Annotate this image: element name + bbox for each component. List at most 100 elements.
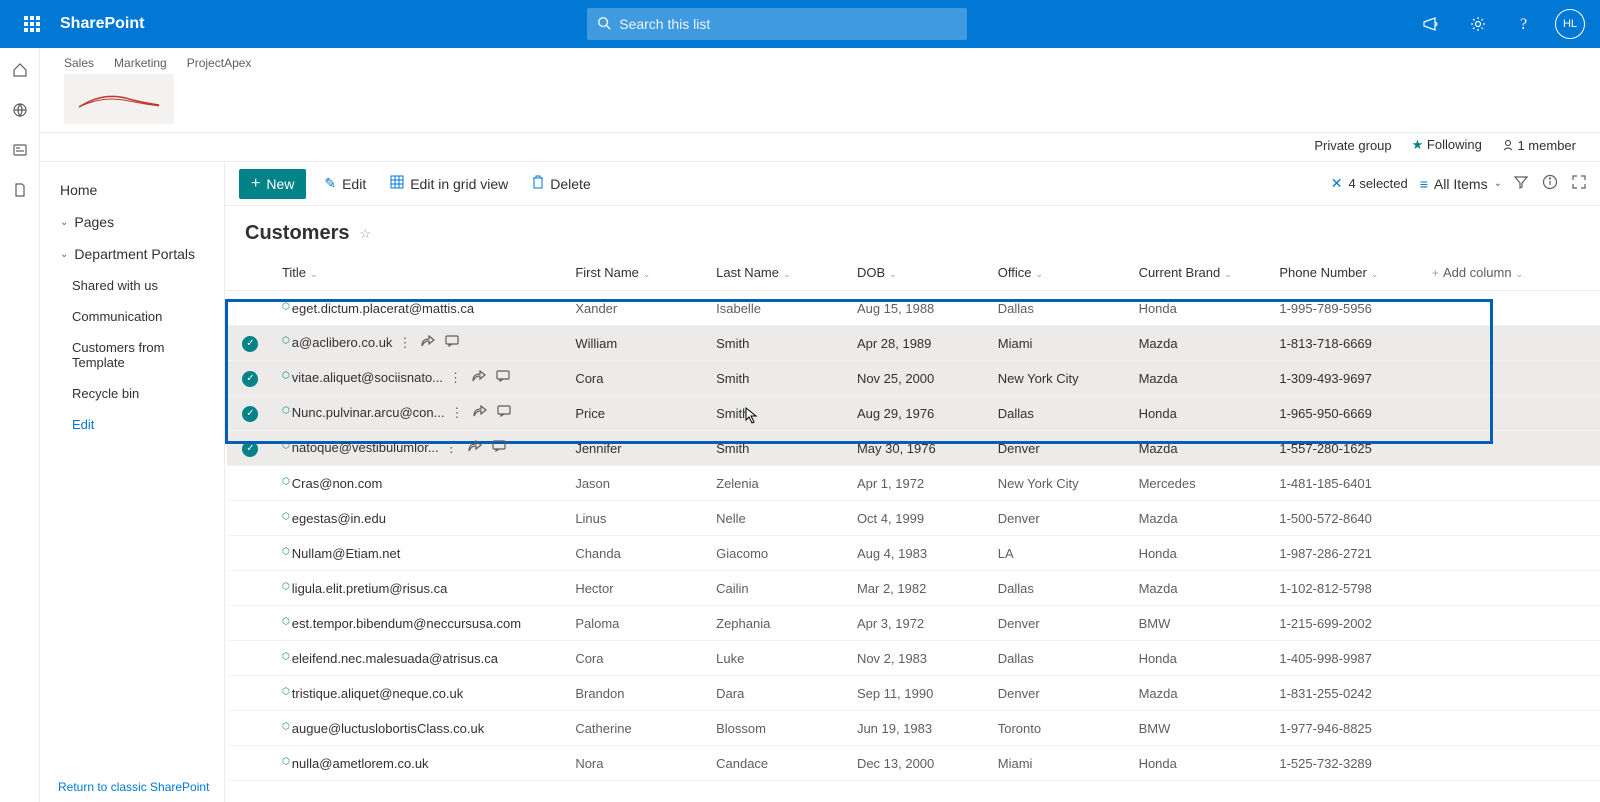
row-more-icon[interactable]: ⋮ — [450, 405, 463, 421]
table-row[interactable]: ⬡eget.dictum.placerat@mattis.caXanderIsa… — [227, 291, 1600, 326]
cell-phone: 1-309-493-9697 — [1271, 361, 1424, 396]
row-title[interactable]: Nullam@Etiam.net — [292, 546, 401, 561]
row-share-icon[interactable] — [468, 440, 482, 456]
nav-home[interactable]: Home — [40, 174, 224, 206]
table-row[interactable]: ⬡est.tempor.bibendum@neccursusa.comPalom… — [227, 606, 1600, 641]
search-box[interactable] — [587, 8, 967, 40]
favorite-star-icon[interactable]: ☆ — [359, 226, 371, 242]
megaphone-icon[interactable] — [1410, 0, 1454, 48]
info-icon[interactable] — [1542, 174, 1558, 193]
settings-icon[interactable] — [1456, 0, 1500, 48]
row-title[interactable]: tristique.aliquet@neque.co.uk — [292, 686, 463, 701]
col-add[interactable]: +Add column⌄ — [1424, 255, 1600, 291]
row-more-icon[interactable]: ⋮ — [398, 335, 411, 351]
delete-button[interactable]: Delete — [526, 171, 596, 196]
user-avatar[interactable]: HL — [1548, 0, 1592, 48]
row-more-icon[interactable]: ⋮ — [449, 370, 462, 386]
file-rail-icon[interactable] — [10, 180, 30, 200]
nav-edit-link[interactable]: Edit — [40, 409, 224, 440]
cell-fname: Chanda — [567, 536, 708, 571]
site-tab-projectapex[interactable]: ProjectApex — [187, 56, 252, 70]
col-dob[interactable]: DOB⌄ — [849, 255, 990, 291]
cell-lname: Nelle — [708, 501, 849, 536]
expand-icon[interactable] — [1572, 175, 1586, 192]
selected-check-icon[interactable]: ✓ — [242, 441, 258, 457]
table-row[interactable]: ⬡ligula.elit.pretium@risus.caHectorCaili… — [227, 571, 1600, 606]
row-share-icon[interactable] — [421, 335, 435, 351]
row-title[interactable]: natoque@vestibulumlor... — [292, 440, 439, 455]
nav-recycle-bin[interactable]: Recycle bin — [40, 378, 224, 409]
return-classic-link[interactable]: Return to classic SharePoint — [58, 780, 209, 794]
app-launcher-icon[interactable] — [8, 0, 56, 48]
table-row[interactable]: ✓⬡natoque@vestibulumlor...⋮JenniferSmith… — [227, 431, 1600, 466]
col-brand[interactable]: Current Brand⌄ — [1131, 255, 1272, 291]
table-row[interactable]: ✓⬡vitae.aliquet@sociisnato...⋮CoraSmithN… — [227, 361, 1600, 396]
cell-dob: Jun 19, 1983 — [849, 711, 990, 746]
selected-check-icon[interactable]: ✓ — [242, 336, 258, 352]
table-row[interactable]: ⬡Cras@non.comJasonZeleniaApr 1, 1972New … — [227, 466, 1600, 501]
row-comment-icon[interactable] — [496, 370, 510, 386]
row-share-icon[interactable] — [472, 370, 486, 386]
table-row[interactable]: ⬡nulla@ametlorem.co.ukNoraCandaceDec 13,… — [227, 746, 1600, 781]
row-title[interactable]: a@aclibero.co.uk — [292, 335, 393, 350]
col-phone[interactable]: Phone Number⌄ — [1271, 255, 1424, 291]
table-row[interactable]: ⬡augue@luctuslobortisClass.co.ukCatherin… — [227, 711, 1600, 746]
row-title[interactable]: eget.dictum.placerat@mattis.ca — [292, 301, 474, 316]
clear-selection-icon[interactable]: ✕ — [1331, 175, 1343, 192]
following-button[interactable]: ★ Following — [1412, 137, 1482, 153]
row-title[interactable]: egestas@in.edu — [292, 511, 386, 526]
site-tab-sales[interactable]: Sales — [64, 56, 94, 70]
table-row[interactable]: ✓⬡a@aclibero.co.uk⋮WilliamSmithApr 28, 1… — [227, 326, 1600, 361]
row-title[interactable]: Nunc.pulvinar.arcu@con... — [292, 405, 445, 420]
row-title[interactable]: est.tempor.bibendum@neccursusa.com — [292, 616, 521, 631]
site-logo[interactable] — [64, 74, 174, 124]
row-share-icon[interactable] — [473, 405, 487, 421]
nav-communication[interactable]: Communication — [40, 301, 224, 332]
search-input[interactable] — [619, 16, 957, 32]
col-office[interactable]: Office⌄ — [990, 255, 1131, 291]
nav-pages[interactable]: ⌄Pages — [40, 206, 224, 238]
col-firstname[interactable]: First Name⌄ — [567, 255, 708, 291]
cell-office: Dallas — [990, 571, 1131, 606]
nav-shared[interactable]: Shared with us — [40, 270, 224, 301]
table-row[interactable]: ⬡tristique.aliquet@neque.co.ukBrandonDar… — [227, 676, 1600, 711]
col-title[interactable]: Title⌄ — [274, 255, 567, 291]
cell-office: Miami — [990, 326, 1131, 361]
row-title[interactable]: nulla@ametlorem.co.uk — [292, 756, 429, 771]
news-rail-icon[interactable] — [10, 140, 30, 160]
edit-button[interactable]: ✎Edit — [318, 171, 372, 196]
nav-dept[interactable]: ⌄Department Portals — [40, 238, 224, 270]
row-comment-icon[interactable] — [492, 440, 506, 456]
cell-dob: Sep 11, 1990 — [849, 676, 990, 711]
selected-check-icon[interactable]: ✓ — [242, 371, 258, 387]
row-title[interactable]: eleifend.nec.malesuada@atrisus.ca — [292, 651, 498, 666]
members-button[interactable]: 1 member — [1502, 138, 1576, 153]
table-row[interactable]: ⬡egestas@in.eduLinusNelleOct 4, 1999Denv… — [227, 501, 1600, 536]
suite-header: SharePoint ? HL — [0, 0, 1600, 48]
new-button[interactable]: +New — [239, 169, 306, 199]
row-title[interactable]: Cras@non.com — [292, 476, 383, 491]
site-tab-marketing[interactable]: Marketing — [114, 56, 167, 70]
cell-dob: Mar 2, 1982 — [849, 571, 990, 606]
row-more-icon[interactable]: ⋮ — [445, 440, 458, 456]
cell-phone: 1-977-946-8825 — [1271, 711, 1424, 746]
table-row[interactable]: ✓⬡Nunc.pulvinar.arcu@con...⋮PriceSmithAu… — [227, 396, 1600, 431]
globe-rail-icon[interactable] — [10, 100, 30, 120]
app-name[interactable]: SharePoint — [60, 15, 144, 33]
row-comment-icon[interactable] — [497, 405, 511, 421]
col-lastname[interactable]: Last Name⌄ — [708, 255, 849, 291]
selected-check-icon[interactable]: ✓ — [242, 406, 258, 422]
table-row[interactable]: ⬡Nullam@Etiam.netChandaGiacomoAug 4, 198… — [227, 536, 1600, 571]
row-title[interactable]: ligula.elit.pretium@risus.ca — [292, 581, 448, 596]
nav-customers-template[interactable]: Customers from Template — [40, 332, 224, 378]
row-title[interactable]: augue@luctuslobortisClass.co.uk — [292, 721, 484, 736]
view-switcher[interactable]: ≡All Items⌄ — [1420, 176, 1502, 192]
table-row[interactable]: ⬡eleifend.nec.malesuada@atrisus.caCoraLu… — [227, 641, 1600, 676]
filter-icon[interactable] — [1514, 175, 1528, 192]
cell-brand: Honda — [1131, 746, 1272, 781]
home-rail-icon[interactable] — [10, 60, 30, 80]
grid-edit-button[interactable]: Edit in grid view — [384, 171, 514, 196]
help-icon[interactable]: ? — [1502, 0, 1546, 48]
row-title[interactable]: vitae.aliquet@sociisnato... — [292, 370, 443, 385]
row-comment-icon[interactable] — [445, 335, 459, 351]
